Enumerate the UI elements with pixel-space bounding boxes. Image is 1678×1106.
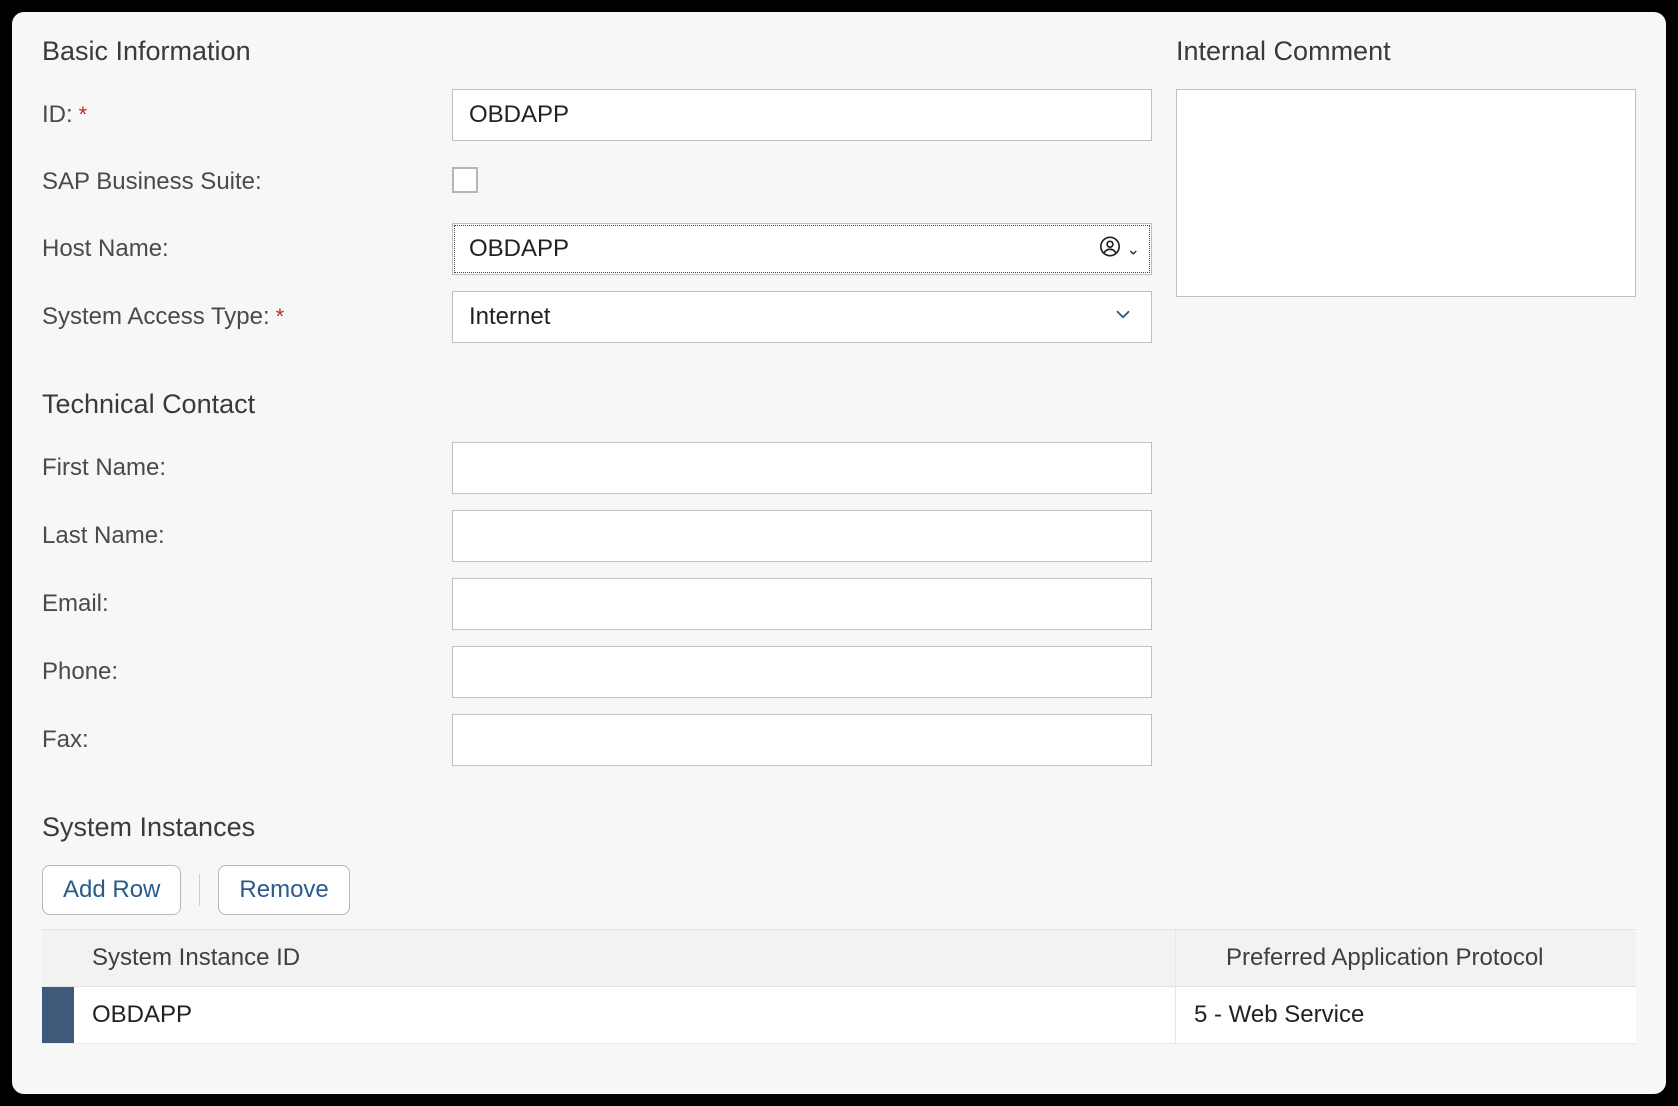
host-name-combo[interactable]: ⌄ (452, 223, 1152, 275)
last-name-input[interactable] (452, 510, 1152, 562)
first-name-input[interactable] (452, 442, 1152, 494)
system-access-type-value[interactable] (452, 291, 1152, 343)
instances-toolbar: Add Row Remove (42, 865, 1636, 915)
remove-button[interactable]: Remove (218, 865, 349, 915)
label-id-text: ID: (42, 101, 73, 129)
label-email: Email: (42, 590, 452, 618)
label-system-access-type-text: System Access Type: (42, 303, 270, 331)
label-host-name: Host Name: (42, 235, 452, 263)
instances-table: System Instance ID Preferred Application… (42, 929, 1636, 1044)
label-phone: Phone: (42, 658, 452, 686)
th-instance-id[interactable]: System Instance ID (42, 930, 1176, 986)
table-header: System Instance ID Preferred Application… (42, 930, 1636, 987)
row-sap-suite: SAP Business Suite: (42, 157, 1152, 207)
left-column: Basic Information ID: * SAP Business Sui… (42, 36, 1152, 782)
td-instance-id[interactable]: OBDAPP (74, 987, 1176, 1043)
label-sap-suite: SAP Business Suite: (42, 168, 452, 196)
sap-suite-checkbox[interactable] (452, 167, 478, 193)
th-protocol[interactable]: Preferred Application Protocol (1176, 930, 1636, 986)
system-access-type-select[interactable] (452, 291, 1152, 343)
section-title-system-instances: System Instances (42, 812, 1636, 843)
label-first-name: First Name: (42, 454, 452, 482)
chevron-down-icon[interactable]: ⌄ (1127, 239, 1140, 259)
row-id: ID: * (42, 89, 1152, 141)
email-input[interactable] (452, 578, 1152, 630)
internal-comment-textarea[interactable] (1176, 89, 1636, 297)
id-input[interactable] (452, 89, 1152, 141)
toolbar-separator (199, 874, 200, 906)
row-fax: Fax: (42, 714, 1152, 766)
row-system-access-type: System Access Type: * (42, 291, 1152, 343)
right-column: Internal Comment (1176, 36, 1636, 782)
label-fax: Fax: (42, 726, 452, 754)
row-selection-handle[interactable] (42, 987, 74, 1043)
required-marker-icon: * (79, 104, 88, 126)
label-system-access-type: System Access Type: * (42, 303, 452, 331)
host-name-input[interactable] (452, 223, 1152, 275)
row-phone: Phone: (42, 646, 1152, 698)
table-row[interactable]: OBDAPP 5 - Web Service (42, 987, 1636, 1044)
section-title-technical-contact: Technical Contact (42, 389, 1152, 420)
row-host-name: Host Name: ⌄ (42, 223, 1152, 275)
section-title-internal-comment: Internal Comment (1176, 36, 1636, 67)
label-last-name: Last Name: (42, 522, 452, 550)
td-protocol[interactable]: 5 - Web Service (1176, 987, 1636, 1043)
fax-input[interactable] (452, 714, 1152, 766)
row-first-name: First Name: (42, 442, 1152, 494)
phone-input[interactable] (452, 646, 1152, 698)
label-id: ID: * (42, 101, 452, 129)
add-row-button[interactable]: Add Row (42, 865, 181, 915)
row-email: Email: (42, 578, 1152, 630)
user-circle-icon[interactable] (1099, 236, 1121, 263)
required-marker-icon: * (276, 306, 285, 328)
section-title-basic-info: Basic Information (42, 36, 1152, 67)
app-frame: Basic Information ID: * SAP Business Sui… (12, 12, 1666, 1094)
row-last-name: Last Name: (42, 510, 1152, 562)
